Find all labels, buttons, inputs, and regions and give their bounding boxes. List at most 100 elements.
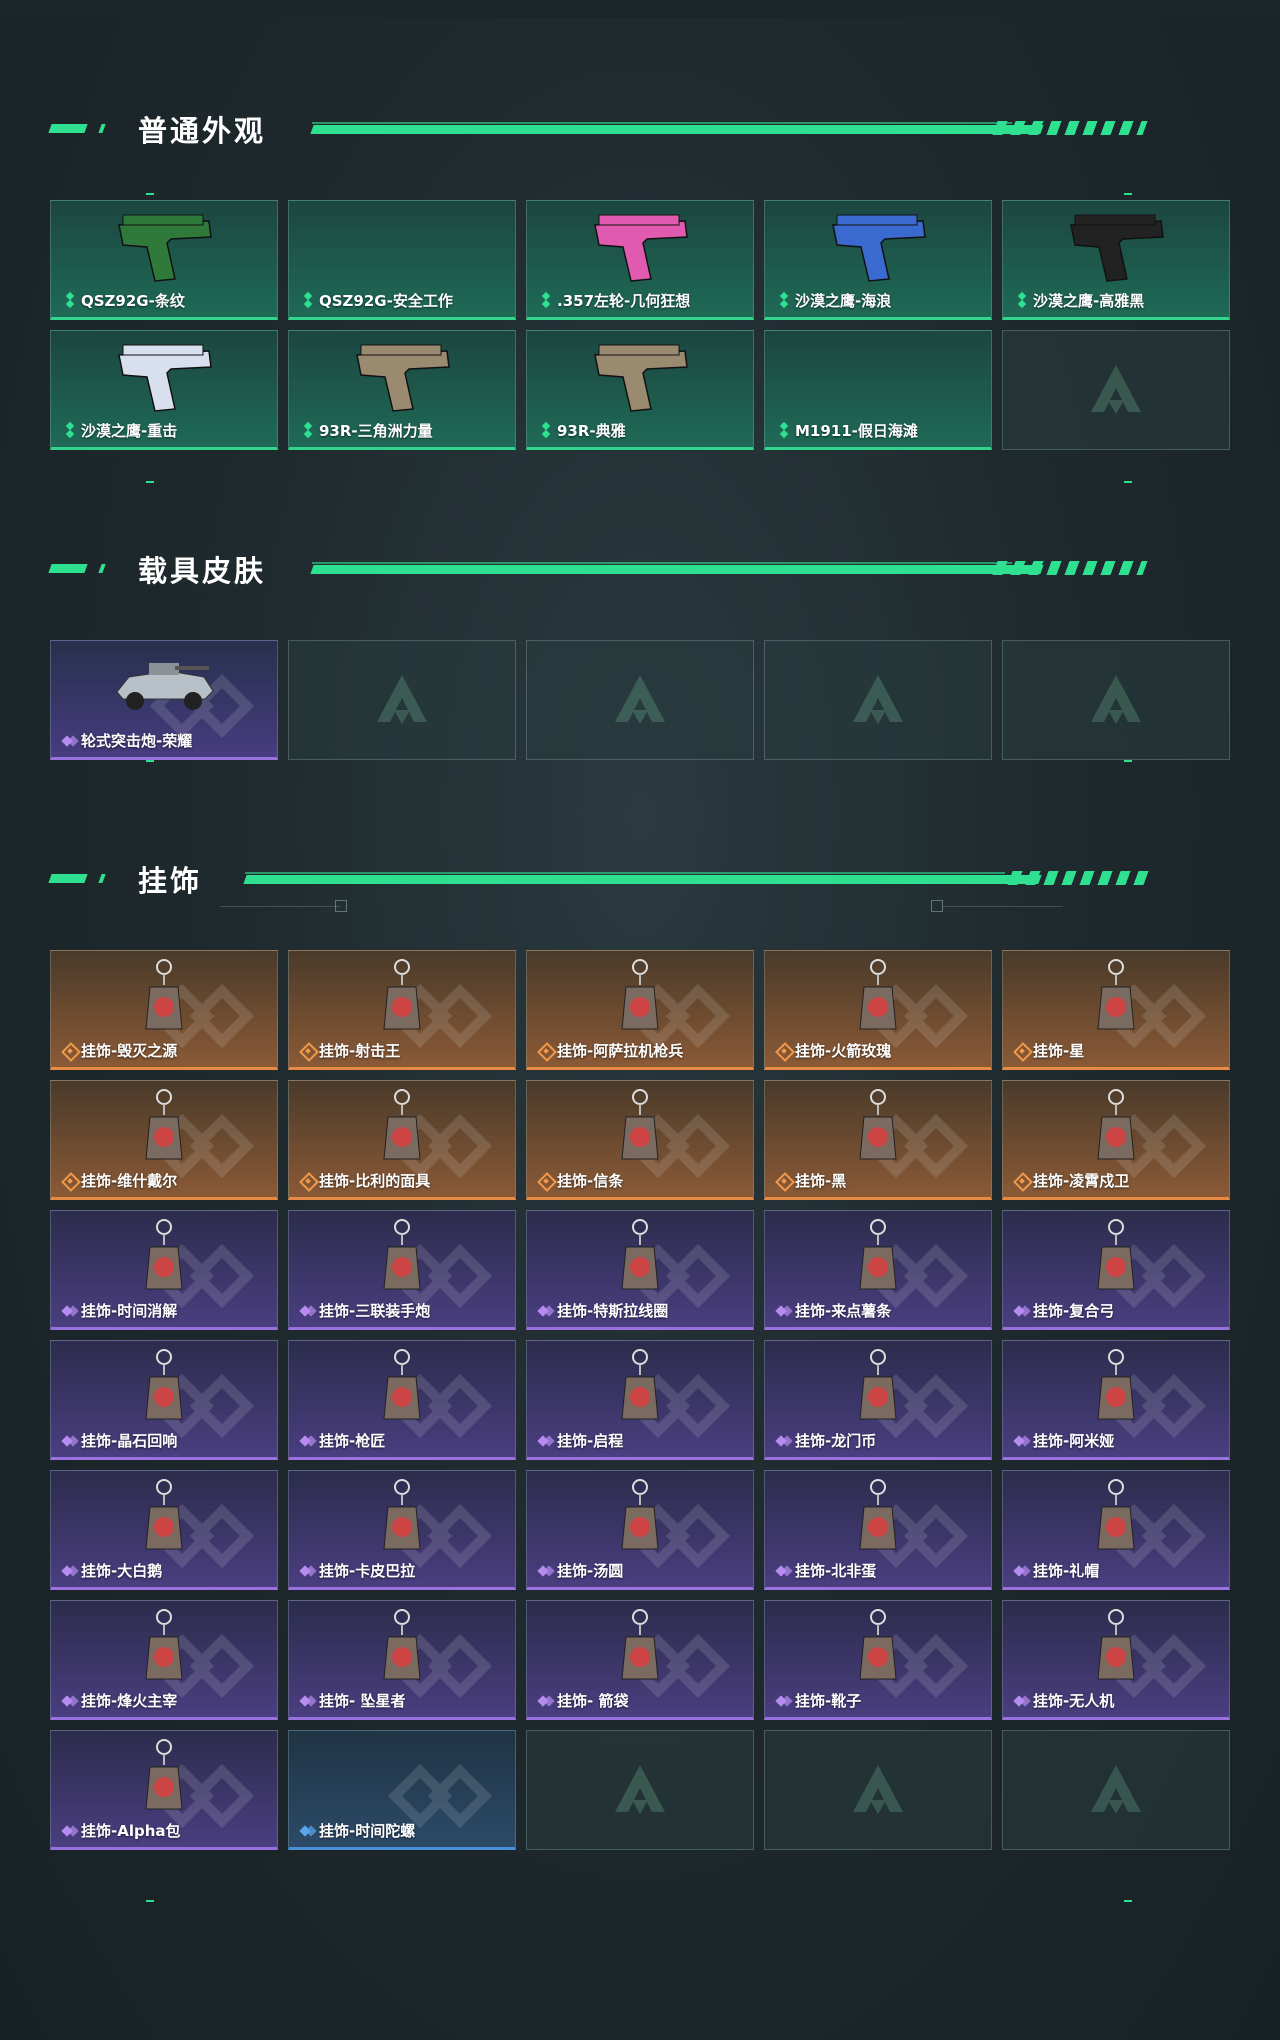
- item-card[interactable]: 93R-典雅: [526, 330, 754, 450]
- item-card[interactable]: 挂饰-复合弓: [1002, 1210, 1230, 1330]
- item-name: QSZ92G-安全工作: [319, 292, 453, 310]
- item-card[interactable]: 挂饰- 坠星者: [288, 1600, 516, 1720]
- gunner-charm-icon: [610, 957, 670, 1048]
- item-card[interactable]: 挂饰-信条: [526, 1080, 754, 1200]
- item-name: 挂饰-三联装手炮: [319, 1302, 431, 1320]
- item-card[interactable]: 沙漠之鹰-海浪: [764, 200, 992, 320]
- item-name: 挂饰-阿米娅: [1033, 1432, 1115, 1450]
- rarity-purple-icon: [63, 1694, 77, 1708]
- item-card[interactable]: 挂饰-启程: [526, 1340, 754, 1460]
- item-card[interactable]: 沙漠之鹰-重击: [50, 330, 278, 450]
- tick-mark: [1124, 193, 1132, 195]
- item-name: 挂饰-汤圆: [557, 1562, 624, 1580]
- header-checker: [992, 561, 1148, 575]
- item-card[interactable]: 挂饰-比利的面具: [288, 1080, 516, 1200]
- item-label: 挂饰-Alpha包: [63, 1820, 181, 1841]
- item-label: 挂饰- 坠星者: [301, 1690, 405, 1711]
- item-card[interactable]: 93R-三角洲力量: [288, 330, 516, 450]
- rarity-green-icon: [777, 424, 791, 438]
- coil-charm-icon: [610, 1217, 670, 1308]
- item-card[interactable]: 挂饰-特斯拉线圈: [526, 1210, 754, 1330]
- item-name: 挂饰-启程: [557, 1432, 624, 1450]
- section-title: 载具皮肤: [138, 554, 267, 588]
- item-card[interactable]: 挂饰-汤圆: [526, 1470, 754, 1590]
- mask-charm-icon: [372, 1087, 432, 1178]
- item-name: 挂饰-枪匠: [319, 1432, 386, 1450]
- item-card[interactable]: QSZ92G-条纹: [50, 200, 278, 320]
- item-name: 挂饰-比利的面具: [319, 1172, 431, 1190]
- item-card[interactable]: 挂饰-射击王: [288, 950, 516, 1070]
- empty-slot: [288, 640, 516, 760]
- desert-eagle-black-icon: [1061, 207, 1171, 292]
- rocket-charm-icon: [848, 957, 908, 1048]
- item-label: 挂饰-特斯拉线圈: [539, 1300, 668, 1321]
- item-name: 挂饰-时间消解: [81, 1302, 178, 1320]
- rarity-purple-icon: [539, 1304, 553, 1318]
- rarity-purple-icon: [777, 1434, 791, 1448]
- item-label: 沙漠之鹰-高雅黑: [1015, 290, 1144, 311]
- item-card[interactable]: 挂饰- 箭袋: [526, 1600, 754, 1720]
- item-card[interactable]: 挂饰-卡皮巴拉: [288, 1470, 516, 1590]
- item-card[interactable]: 挂饰-阿米娅: [1002, 1340, 1230, 1460]
- item-card[interactable]: 挂饰-晶石回响: [50, 1340, 278, 1460]
- rarity-purple-icon: [63, 1434, 77, 1448]
- rarity-orange-icon: [1015, 1174, 1029, 1188]
- item-name: 挂饰-特斯拉线圈: [557, 1302, 669, 1320]
- rarity-purple-icon: [63, 1564, 77, 1578]
- empty-slot: [1002, 1730, 1230, 1850]
- rarity-purple-icon: [1015, 1434, 1029, 1448]
- rarity-purple-icon: [539, 1564, 553, 1578]
- empty-slot: [526, 640, 754, 760]
- item-card[interactable]: 挂饰-大白鹅: [50, 1470, 278, 1590]
- rarity-green-icon: [301, 294, 315, 308]
- item-card[interactable]: 轮式突击炮-荣耀: [50, 640, 278, 760]
- item-label: 挂饰-礼帽: [1015, 1560, 1099, 1581]
- item-card[interactable]: .357左轮-几何狂想: [526, 200, 754, 320]
- item-name: 挂饰-晶石回响: [81, 1432, 178, 1450]
- item-card[interactable]: M1911-假日海滩: [764, 330, 992, 450]
- item-card[interactable]: 挂饰-礼帽: [1002, 1470, 1230, 1590]
- rarity-green-icon: [63, 424, 77, 438]
- bowl-charm-icon: [610, 1477, 670, 1568]
- item-name: 挂饰-靴子: [795, 1692, 862, 1710]
- revolver-pink-icon: [585, 207, 695, 292]
- item-label: 挂饰-枪匠: [301, 1430, 385, 1451]
- item-card[interactable]: 挂饰-星: [1002, 950, 1230, 1070]
- item-card[interactable]: 挂饰-北非蛋: [764, 1470, 992, 1590]
- item-card[interactable]: 挂饰-靴子: [764, 1600, 992, 1720]
- item-card[interactable]: 沙漠之鹰-高雅黑: [1002, 200, 1230, 320]
- item-card[interactable]: 挂饰-枪匠: [288, 1340, 516, 1460]
- item-label: 挂饰-来点薯条: [777, 1300, 891, 1321]
- item-card[interactable]: 挂饰-时间陀螺: [288, 1730, 516, 1850]
- cannon-charm-icon: [372, 1217, 432, 1308]
- rarity-purple-icon: [1015, 1304, 1029, 1318]
- item-card[interactable]: 挂饰-龙门币: [764, 1340, 992, 1460]
- header-accent: [48, 874, 88, 883]
- item-card[interactable]: QSZ92G-安全工作: [288, 200, 516, 320]
- item-card[interactable]: 挂饰-阿萨拉机枪兵: [526, 950, 754, 1070]
- section-title: 挂饰: [138, 864, 203, 898]
- rabbit-charm-icon: [1086, 1347, 1146, 1438]
- card-charm-icon: [1086, 957, 1146, 1048]
- item-card[interactable]: 挂饰-维什戴尔: [50, 1080, 278, 1200]
- item-card[interactable]: 挂饰-凌霄戍卫: [1002, 1080, 1230, 1200]
- item-card[interactable]: 挂饰-黑: [764, 1080, 992, 1200]
- item-card[interactable]: 挂饰-Alpha包: [50, 1730, 278, 1850]
- empty-slot: [764, 1730, 992, 1850]
- item-name: QSZ92G-条纹: [81, 292, 185, 310]
- item-label: 沙漠之鹰-重击: [63, 420, 177, 441]
- item-card[interactable]: 挂饰-来点薯条: [764, 1210, 992, 1330]
- item-name: 挂饰-卡皮巴拉: [319, 1562, 416, 1580]
- item-card[interactable]: 挂饰-时间消解: [50, 1210, 278, 1330]
- logo-watermark-icon: [1086, 670, 1146, 730]
- item-card[interactable]: 挂饰-毁灭之源: [50, 950, 278, 1070]
- item-card[interactable]: 挂饰-无人机: [1002, 1600, 1230, 1720]
- logo-watermark-icon: [1086, 360, 1146, 420]
- item-card[interactable]: 挂饰-火箭玫瑰: [764, 950, 992, 1070]
- empty-slot: [764, 640, 992, 760]
- item-name: 挂饰-黑: [795, 1172, 847, 1190]
- item-card[interactable]: 挂饰-三联装手炮: [288, 1210, 516, 1330]
- item-card[interactable]: 挂饰-烽火主宰: [50, 1600, 278, 1720]
- tick-mark: [1124, 481, 1132, 483]
- rarity-purple-icon: [1015, 1564, 1029, 1578]
